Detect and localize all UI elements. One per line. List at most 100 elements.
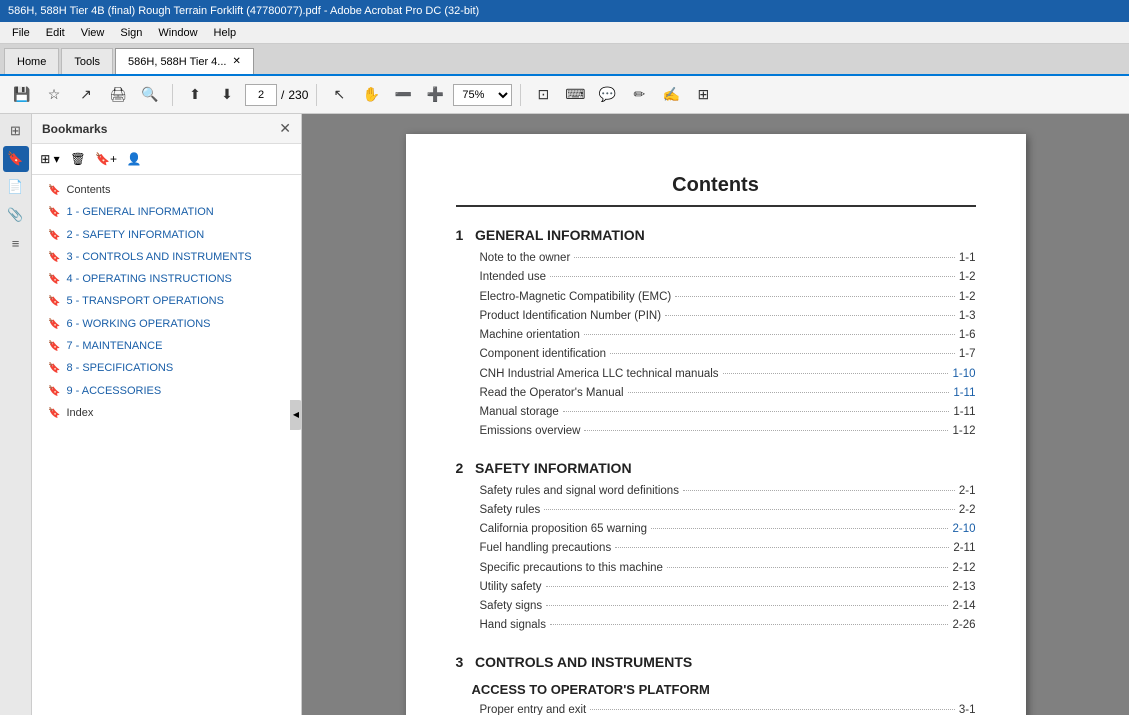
search-button[interactable]: 🔍 [136,81,164,109]
page-title: Contents [456,174,976,207]
toc-sub-header-access: ACCESS TO OPERATOR'S PLATFORM [456,682,976,697]
toc-page: 1-11 [953,385,975,402]
action-button[interactable]: ⊞ [689,81,717,109]
bookmark-9[interactable]: 🔖 9 - ACCESSORIES [32,380,301,402]
bookmarks-header: Bookmarks ✕ [32,114,301,144]
toc-entry: Proper entry and exit 3-1 [456,701,976,715]
fit-page-button[interactable]: ⊡ [529,81,557,109]
zoom-select[interactable]: 75% 100% 125% 150% [453,84,512,106]
zoom-out-button[interactable]: ➖ [389,81,417,109]
save-button[interactable]: 💾 [8,81,36,109]
entry-text: Fuel handling precautions [480,540,612,557]
toc-entry: California proposition 65 warning 2-10 [456,520,976,539]
bookmark-icon: 🔖 [48,340,60,353]
page-number-input[interactable] [245,84,277,106]
bookmarks-close-icon[interactable]: ✕ [279,120,291,137]
bookmark-7[interactable]: 🔖 7 - MAINTENANCE [32,335,301,357]
toc-page: 2-12 [952,560,975,577]
bookmarks-panel: Bookmarks ✕ ⊞ ▾ 🗑 🔖+ 👤 🔖 Contents 🔖 1 - … [32,114,302,715]
entry-text: Hand signals [480,617,546,634]
menu-view[interactable]: View [73,25,113,41]
toc-entry: Utility safety 2-13 [456,578,976,597]
tab-document-label: 586H, 588H Tier 4... [128,56,226,68]
bookmark-index[interactable]: 🔖 Index [32,402,301,424]
entry-text: Safety rules [480,502,541,519]
toc-dots [628,392,950,393]
tab-document[interactable]: 586H, 588H Tier 4... ✕ [115,48,254,74]
toc-entry: CNH Industrial America LLC technical man… [456,365,976,384]
toc-dots [544,509,955,510]
bookmarks-new-btn[interactable]: 🔖+ [94,148,118,170]
sign-button[interactable]: ✍ [657,81,685,109]
panel-wrapper: Bookmarks ✕ ⊞ ▾ 🗑 🔖+ 👤 🔖 Contents 🔖 1 - … [32,114,302,715]
toc-entry: Emissions overview 1-12 [456,422,976,441]
menu-sign[interactable]: Sign [112,25,150,41]
bookmark-2[interactable]: 🔖 2 - SAFETY INFORMATION [32,224,301,246]
sidebar-icon-attachments[interactable]: 📎 [3,202,29,228]
toc-dots [590,709,955,710]
title-bar: 586H, 588H Tier 4B (final) Rough Terrain… [0,0,1129,22]
entry-text: Electro-Magnetic Compatibility (EMC) [480,289,672,306]
bookmark-5[interactable]: 🔖 5 - TRANSPORT OPERATIONS [32,290,301,312]
share-button[interactable]: ↗ [72,81,100,109]
bookmarks-delete-btn[interactable]: 🗑 [66,148,90,170]
print-button[interactable]: 🖨 [104,81,132,109]
toolbar: 💾 ☆ ↗ 🖨 🔍 ⬆ ⬇ / 230 ↖ ✋ ➖ ➕ 75% 100% 125… [0,76,1129,114]
pdf-content-area[interactable]: Contents 1 GENERAL INFORMATION Note to t… [302,114,1129,715]
entry-text: California proposition 65 warning [480,521,648,538]
toc-page: 2-10 [952,521,975,538]
toc-dots [615,547,949,548]
tab-tools-label: Tools [74,56,100,68]
toc-entry: Hand signals 2-26 [456,616,976,635]
bookmark-contents[interactable]: 🔖 Contents [32,179,301,201]
sidebar-icon-bookmarks[interactable]: 🔖 [3,146,29,172]
toc-page: 1-12 [952,423,975,440]
next-page-button[interactable]: ⬇ [213,81,241,109]
sidebar-icon-tools[interactable]: ⊞ [3,118,29,144]
toc-entry: Safety rules and signal word definitions… [456,482,976,501]
menu-file[interactable]: File [4,25,38,41]
section-1-title: GENERAL INFORMATION [475,227,645,243]
toc-entry: Component identification 1-7 [456,345,976,364]
bookmarks-search-btn[interactable]: 👤 [122,148,146,170]
bookmark-1[interactable]: 🔖 1 - GENERAL INFORMATION [32,201,301,223]
menu-help[interactable]: Help [206,25,245,41]
toc-page: 2-13 [952,579,975,596]
toc-page: 2-2 [959,502,976,519]
zoom-in-button[interactable]: ➕ [421,81,449,109]
sidebar-icon-layers[interactable]: ≡ [3,230,29,256]
highlight-button[interactable]: ✏ [625,81,653,109]
comment-button[interactable]: 💬 [593,81,621,109]
page-separator: / [281,88,284,102]
entry-text: Note to the owner [480,250,571,267]
hand-tool[interactable]: ✋ [357,81,385,109]
typewriter-button[interactable]: ⌨ [561,81,589,109]
pointer-tool[interactable]: ↖ [325,81,353,109]
toc-dots [574,257,955,258]
toc-page: 1-11 [953,404,975,421]
bookmark-8[interactable]: 🔖 8 - SPECIFICATIONS [32,357,301,379]
toc-entry: Fuel handling precautions 2-11 [456,539,976,558]
prev-page-button[interactable]: ⬆ [181,81,209,109]
toc-entry: Machine orientation 1-6 [456,326,976,345]
bookmark-add-button[interactable]: ☆ [40,81,68,109]
tab-home[interactable]: Home [4,48,59,74]
separator-2 [316,84,317,106]
toc-page: 2-14 [952,598,975,615]
entry-text: CNH Industrial America LLC technical man… [480,366,719,383]
bookmark-6[interactable]: 🔖 6 - WORKING OPERATIONS [32,313,301,335]
toc-dots [667,567,949,568]
sidebar-icon-pages[interactable]: 📄 [3,174,29,200]
toc-entry: Manual storage 1-11 [456,403,976,422]
menu-window[interactable]: Window [150,25,205,41]
bookmark-4[interactable]: 🔖 4 - OPERATING INSTRUCTIONS [32,268,301,290]
toc-dots [550,624,948,625]
menu-edit[interactable]: Edit [38,25,73,41]
bookmarks-expand-btn[interactable]: ⊞ ▾ [38,148,62,170]
separator-1 [172,84,173,106]
tab-tools[interactable]: Tools [61,48,113,74]
page-navigation: / 230 [245,84,308,106]
bookmark-3[interactable]: 🔖 3 - CONTROLS AND INSTRUMENTS [32,246,301,268]
panel-collapse-handle[interactable]: ◀ [290,400,302,430]
tab-close-icon[interactable]: ✕ [232,56,240,67]
